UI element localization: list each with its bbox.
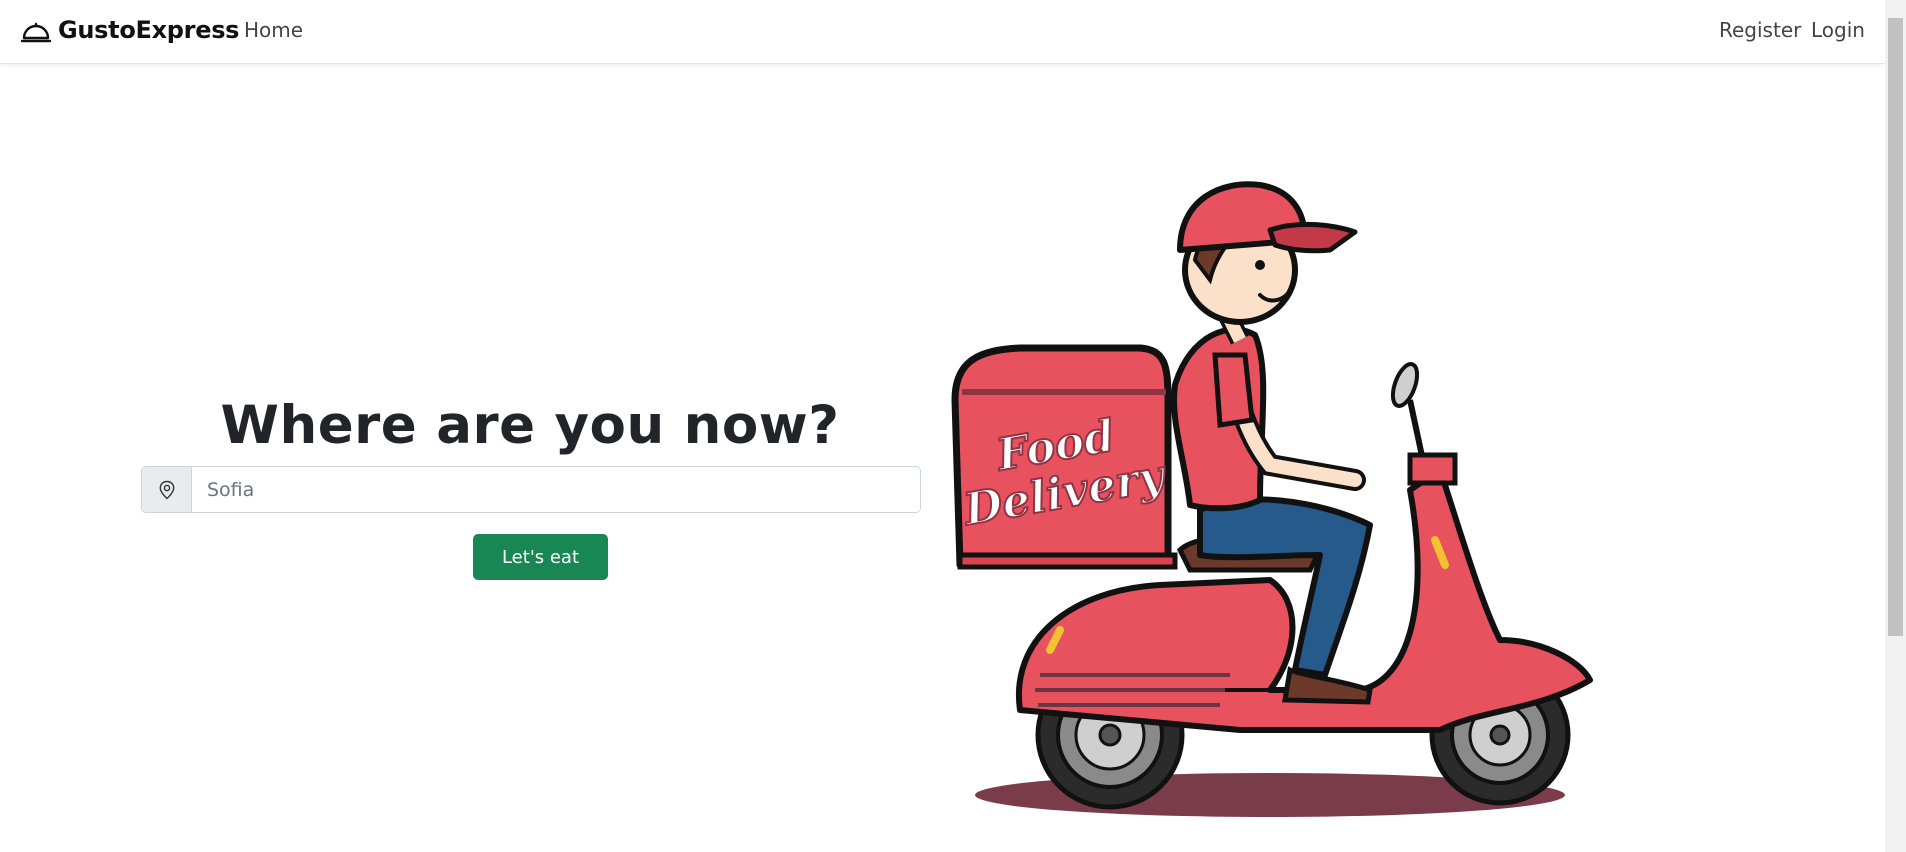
location-pin-icon — [159, 480, 174, 499]
location-input[interactable] — [192, 467, 920, 512]
food-delivery-scooter-illustration: Food Delivery — [951, 181, 1593, 817]
scrollbar-thumb[interactable] — [1888, 18, 1903, 636]
page-scrollbar[interactable] — [1885, 0, 1906, 852]
delivery-box: Food Delivery — [951, 344, 1178, 570]
cloche-icon — [20, 22, 52, 43]
top-navbar: GustoExpress Home Register Login — [0, 0, 1885, 64]
brand-link[interactable]: GustoExpress — [20, 14, 239, 46]
nav-register-link[interactable]: Register — [1719, 18, 1801, 42]
hero-title: Where are you now? — [220, 395, 840, 456]
location-addon — [142, 467, 192, 512]
nav-login-link[interactable]: Login — [1811, 18, 1865, 42]
nav-home-link[interactable]: Home — [244, 18, 303, 42]
location-search-group — [141, 466, 921, 513]
lets-eat-button[interactable]: Let's eat — [473, 534, 608, 580]
brand-name: GustoExpress — [58, 16, 240, 44]
